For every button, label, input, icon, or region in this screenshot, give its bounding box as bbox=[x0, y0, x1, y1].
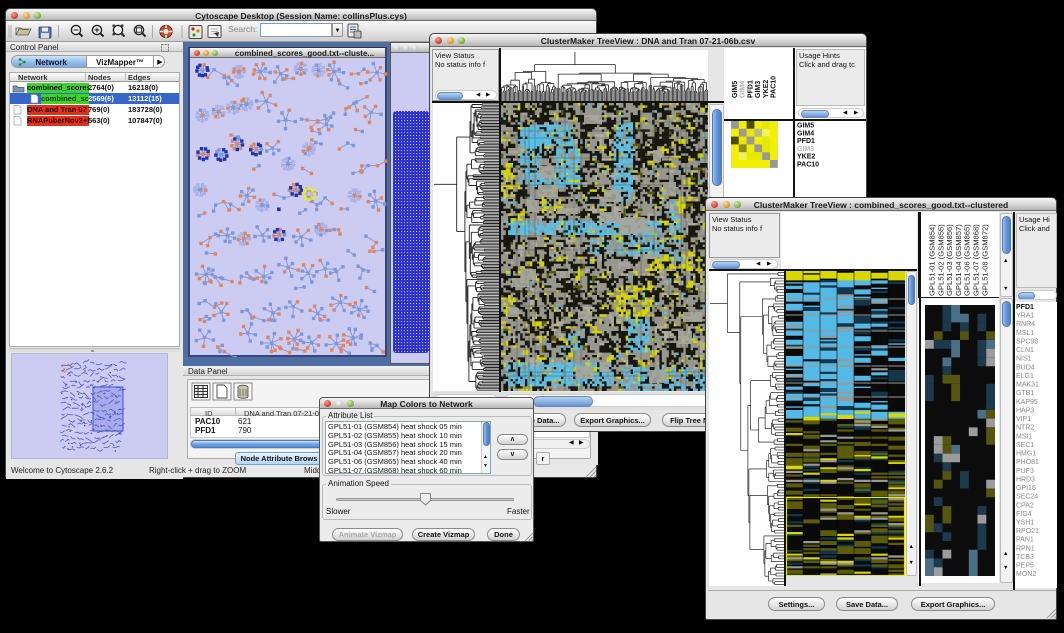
svg-text:TCB3: TCB3 bbox=[1016, 554, 1034, 561]
svg-text:GPL51-07 (GSM868): GPL51-07 (GSM868) bbox=[972, 224, 981, 296]
svg-text:VIP1: VIP1 bbox=[1016, 416, 1031, 423]
svg-text:PAC10: PAC10 bbox=[797, 162, 819, 169]
svg-text:YKE2: YKE2 bbox=[763, 80, 770, 98]
svg-text:MSL1: MSL1 bbox=[1016, 330, 1034, 337]
svg-text:CLN1: CLN1 bbox=[1016, 347, 1034, 354]
svg-text:PAC10: PAC10 bbox=[771, 76, 778, 98]
svg-text:NIS1: NIS1 bbox=[1016, 356, 1032, 363]
svg-text:HMG1: HMG1 bbox=[1016, 451, 1036, 458]
svg-text:GIM5: GIM5 bbox=[797, 123, 814, 130]
svg-text:HRD3: HRD3 bbox=[1016, 476, 1035, 483]
svg-text:PAN1: PAN1 bbox=[1016, 537, 1034, 544]
svg-text:SEC24: SEC24 bbox=[1016, 494, 1038, 501]
svg-text:YRA1: YRA1 bbox=[1016, 313, 1034, 320]
svg-text:GIM5: GIM5 bbox=[732, 81, 739, 98]
svg-text:RPO21: RPO21 bbox=[1016, 528, 1039, 535]
svg-text:RNR4: RNR4 bbox=[1016, 321, 1035, 328]
svg-text:NTR2: NTR2 bbox=[1016, 425, 1034, 432]
svg-text:YSH1: YSH1 bbox=[1016, 520, 1034, 527]
svg-text:SEC1: SEC1 bbox=[1016, 442, 1034, 449]
svg-text:MON2: MON2 bbox=[1016, 571, 1036, 578]
svg-text:MAK31: MAK31 bbox=[1016, 382, 1039, 389]
svg-text:PFD1: PFD1 bbox=[1016, 304, 1034, 311]
svg-text:PEP5: PEP5 bbox=[1016, 563, 1034, 570]
svg-text:PFD1: PFD1 bbox=[747, 80, 754, 98]
svg-text:KAP95: KAP95 bbox=[1016, 399, 1038, 406]
svg-text:RPN1: RPN1 bbox=[1016, 545, 1035, 552]
svg-text:ELG1: ELG1 bbox=[1016, 373, 1034, 380]
svg-text:PFD1: PFD1 bbox=[797, 138, 815, 145]
svg-text:CPA2: CPA2 bbox=[1016, 502, 1034, 509]
svg-text:MSI1: MSI1 bbox=[1016, 433, 1032, 440]
svg-text:PHO81: PHO81 bbox=[1016, 459, 1039, 466]
svg-text:GPL51-01 (GSM854): GPL51-01 (GSM854) bbox=[928, 224, 937, 296]
svg-text:HAP3: HAP3 bbox=[1016, 407, 1034, 414]
svg-text:FIG4: FIG4 bbox=[1016, 511, 1032, 518]
svg-text:BUD4: BUD4 bbox=[1016, 364, 1035, 371]
svg-text:GPL51-08 (GSM872): GPL51-08 (GSM872) bbox=[980, 224, 989, 296]
svg-text:YKE2: YKE2 bbox=[797, 154, 815, 161]
svg-text:GPL51-03 (GSM856): GPL51-03 (GSM856) bbox=[945, 224, 954, 296]
svg-text:GIM4: GIM4 bbox=[797, 130, 814, 137]
svg-text:GPL51-06 (GSM865): GPL51-06 (GSM865) bbox=[963, 224, 972, 296]
svg-text:GIM3: GIM3 bbox=[797, 146, 814, 153]
svg-text:SPC98: SPC98 bbox=[1016, 339, 1038, 346]
svg-text:GPL51-04 (GSM857): GPL51-04 (GSM857) bbox=[954, 224, 963, 296]
svg-text:GIM3: GIM3 bbox=[755, 81, 762, 98]
svg-text:GIM4: GIM4 bbox=[740, 81, 747, 98]
svg-text:GTB1: GTB1 bbox=[1016, 390, 1034, 397]
svg-text:PUF3: PUF3 bbox=[1016, 468, 1034, 475]
svg-text:GPI16: GPI16 bbox=[1016, 485, 1036, 492]
svg-text:GPL51-02 (GSM855): GPL51-02 (GSM855) bbox=[936, 224, 945, 296]
